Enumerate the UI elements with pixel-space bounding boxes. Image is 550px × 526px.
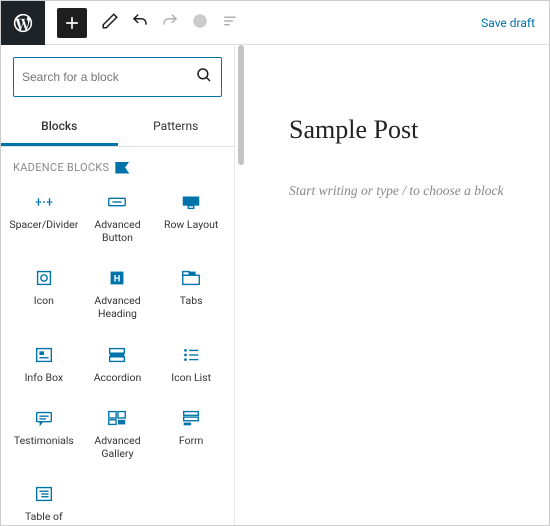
spacer-divider-icon [33,192,55,212]
outline-icon [221,12,239,34]
block-label: Form [179,434,203,447]
add-block-button[interactable] [57,8,87,38]
toolbar [101,12,239,34]
search-box[interactable] [13,57,222,97]
advanced-heading-icon: H [106,268,128,288]
toc-icon [33,484,55,504]
block-row-layout[interactable]: Row Layout [154,182,228,254]
block-advanced-button[interactable]: Advanced Button [81,182,155,254]
block-label: Advanced Heading [83,294,153,320]
kadence-flag-icon [115,162,129,174]
block-table-of-contents[interactable]: Table of Contents [7,474,81,525]
advanced-button-icon [106,192,128,212]
block-label: Accordion [94,371,142,384]
tabs-icon [180,268,202,288]
post-title[interactable]: Sample Post [289,115,531,145]
block-accordion[interactable]: Accordion [81,335,155,394]
svg-text:H: H [114,274,121,284]
save-draft-button[interactable]: Save draft [481,16,549,30]
block-label: Advanced Gallery [83,434,153,460]
block-label: Tabs [180,294,203,307]
block-label: Info Box [25,371,64,384]
info-icon [191,12,209,34]
block-testimonials[interactable]: Testimonials [7,398,81,470]
block-spacer-divider[interactable]: Spacer/Divider [7,182,81,254]
block-advanced-heading[interactable]: H Advanced Heading [81,258,155,330]
undo-icon[interactable] [131,12,149,34]
block-tabs[interactable]: Tabs [154,258,228,330]
block-inserter-panel: Blocks Patterns KADENCE BLOCKS Spacer/Di… [1,45,234,525]
icon-block-icon [33,268,55,288]
block-label: Spacer/Divider [9,218,78,231]
section-header-kadence[interactable]: KADENCE BLOCKS [1,147,234,182]
topbar: Save draft [1,1,549,45]
tab-blocks[interactable]: Blocks [1,109,118,146]
accordion-icon [106,345,128,365]
scrollbar[interactable] [234,45,247,525]
block-label: Row Layout [164,218,218,231]
search-input[interactable] [22,70,195,84]
redo-icon [161,12,179,34]
wordpress-logo[interactable] [1,1,45,45]
tab-patterns[interactable]: Patterns [118,109,235,146]
search-icon [195,66,213,88]
block-label: Advanced Button [83,218,153,244]
block-grid: Spacer/Divider Advanced Button Row Layou… [1,182,234,525]
block-icon-list[interactable]: Icon List [154,335,228,394]
form-icon [180,408,202,428]
edit-icon[interactable] [101,12,119,34]
block-icon[interactable]: Icon [7,258,81,330]
block-label: Icon [34,294,54,307]
icon-list-icon [180,345,202,365]
section-label: KADENCE BLOCKS [13,161,109,174]
block-advanced-gallery[interactable]: Advanced Gallery [81,398,155,470]
advanced-gallery-icon [106,408,128,428]
block-info-box[interactable]: Info Box [7,335,81,394]
testimonials-icon [33,408,55,428]
block-form[interactable]: Form [154,398,228,470]
block-label: Table of Contents [9,510,79,525]
row-layout-icon [180,192,202,212]
post-body-placeholder[interactable]: Start writing or type / to choose a bloc… [289,183,531,199]
inserter-tabs: Blocks Patterns [1,109,234,147]
block-label: Icon List [171,371,211,384]
info-box-icon [33,345,55,365]
block-label: Testimonials [14,434,74,447]
editor-canvas[interactable]: Sample Post Start writing or type / to c… [247,45,549,525]
